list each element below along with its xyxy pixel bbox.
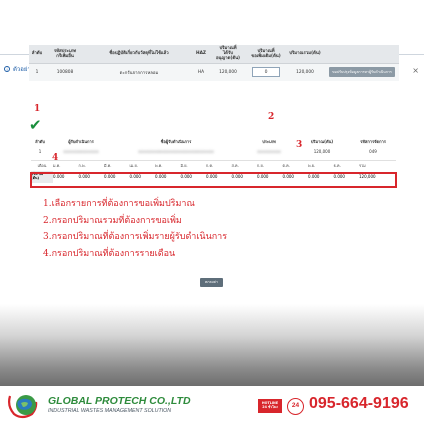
instruction-item: 1.เลือกรายการที่ต้องการขอเพิ่มปริมาณ xyxy=(43,199,195,209)
month-nov: พ.ย. xyxy=(308,160,334,171)
highlight-frame xyxy=(30,172,397,188)
confirm-button[interactable]: ตกลงค่า xyxy=(200,278,223,287)
instruction-list: 1.เลือกรายการที่ต้องการขอเพิ่มปริมาณ 2.ก… xyxy=(43,196,227,262)
sub-row-type: xxxxxxxxxx xyxy=(257,149,281,154)
update-receiver-button[interactable]: ขอปรับปรุงข้อมูลการหาผู้รับดำเนินการ xyxy=(329,67,395,78)
sub-header-mgmt-code: รหัสการจัดการ xyxy=(347,136,399,146)
sub-row-receiver-id: xxxxxxxxxxxxxxx xyxy=(63,149,99,154)
phone-number[interactable]: 095-664-9196 xyxy=(309,395,409,413)
marker-3: 3 xyxy=(296,140,303,150)
month-header-label: เดือน xyxy=(31,160,53,171)
receiver-table: ลำดับ ผู้รับดำเนินการ ชื่อผู้รับดำเนินกา… xyxy=(29,136,399,157)
info-icon: i xyxy=(4,66,10,72)
row-code: 100808 xyxy=(45,63,85,81)
sub-row-amount[interactable]: 120,000 xyxy=(297,146,347,157)
month-feb: ก.พ. xyxy=(78,160,104,171)
col-header-total: ปริมาณรวม(ตัน) xyxy=(285,45,325,64)
company-footer: GLOBAL PROTECH CO.,LTD INDUSTRIAL WASTES… xyxy=(0,386,424,424)
col-header-code: รหัสประเภท กรีเพิ่มอื่น xyxy=(45,45,85,64)
month-aug: ส.ค. xyxy=(231,160,257,171)
col-header-additional: ปริมาณที่ ขอเพิ่มเติม(ตัน) xyxy=(247,45,285,64)
24-hour-icon: 24 xyxy=(287,398,304,415)
sub-row-mgmt-code: 049 xyxy=(369,149,377,154)
month-jun: มิ.ย. xyxy=(180,160,206,171)
month-total: รวม xyxy=(359,160,396,171)
sub-row-index: 1 xyxy=(38,149,42,154)
sub-header-type: ประเภท xyxy=(241,136,297,146)
col-header-haz: HAZ xyxy=(193,45,209,64)
instruction-item: 2.กรอกปริมาณรวมที่ต้องการขอเพิ่ม xyxy=(43,215,182,226)
col-header-permitted: ปริมาณที่ ได้รับอนุญาต(ตัน) xyxy=(209,45,247,64)
col-header-action xyxy=(325,45,399,64)
row-haz: HA xyxy=(193,63,209,81)
table-row[interactable]: 1 100808 ตะกรันจากการหลอม HA 120,000 0 1… xyxy=(29,63,399,81)
month-sep: ก.ย. xyxy=(257,160,283,171)
table-row[interactable]: 1 xxxxxxxxxxxxxxx xxxxxxxxxxxxxxxxxxxxxx… xyxy=(29,146,399,157)
sub-header-receiver-name: ชื่อผู้รับดำเนินการ xyxy=(111,136,241,146)
instruction-item: 4.กรอกปริมาณที่ต้องการรายเดือน xyxy=(43,248,176,259)
sub-header-amount: ปริมาณ(ตัน) xyxy=(297,136,347,146)
hotline-badge: HOTLINE 24 ชั่วโมง xyxy=(258,399,282,413)
month-may: พ.ค. xyxy=(155,160,181,171)
row-index: 1 xyxy=(29,63,45,81)
month-jan: ม.ค. xyxy=(53,160,79,171)
marker-2: 2 xyxy=(268,112,275,122)
col-header-name: ชื่อปฏิบัติเกี่ยวกับวัสดุที่ไม่ใช้แล้ว xyxy=(85,45,193,64)
instruction-item: 3.กรอกปริมาณที่ต้องการเพิ่มรายผู้รับดำเน… xyxy=(43,232,228,242)
sub-header-index: ลำดับ xyxy=(29,136,51,146)
month-jul: ก.ค. xyxy=(206,160,232,171)
check-icon[interactable]: ✔ xyxy=(29,116,42,134)
close-icon[interactable]: × xyxy=(412,66,419,75)
row-total: 120,000 xyxy=(285,63,325,81)
row-name: ตะกรันจากการหลอม xyxy=(85,63,193,81)
sub-row-receiver-name: xxxxxxxxxxxxxxxxxxxxxxxxxxxxxxxx xyxy=(138,149,214,154)
row-permitted: 120,000 xyxy=(209,63,247,81)
marker-1: 1 xyxy=(34,104,41,114)
additional-qty-input[interactable]: 0 xyxy=(252,67,280,78)
globe-logo-icon xyxy=(8,395,38,419)
col-header-index: ลำดับ xyxy=(29,45,45,64)
waste-item-table: ลำดับ รหัสประเภท กรีเพิ่มอื่น ชื่อปฏิบัต… xyxy=(29,45,399,81)
hotline-sub: 24 ชั่วโมง xyxy=(262,405,278,409)
company-subtitle: INDUSTRIAL WASTES MANAGEMENT SOLUTION xyxy=(48,408,172,414)
month-mar: มี.ค. xyxy=(104,160,130,171)
company-name: GLOBAL PROTECH CO.,LTD xyxy=(48,395,191,407)
month-apr: เม.ย. xyxy=(129,160,155,171)
sub-header-receiver: ผู้รับดำเนินการ xyxy=(51,136,111,146)
footer-gradient xyxy=(0,304,424,386)
month-dec: ธ.ค. xyxy=(333,160,359,171)
month-oct: ต.ค. xyxy=(282,160,308,171)
